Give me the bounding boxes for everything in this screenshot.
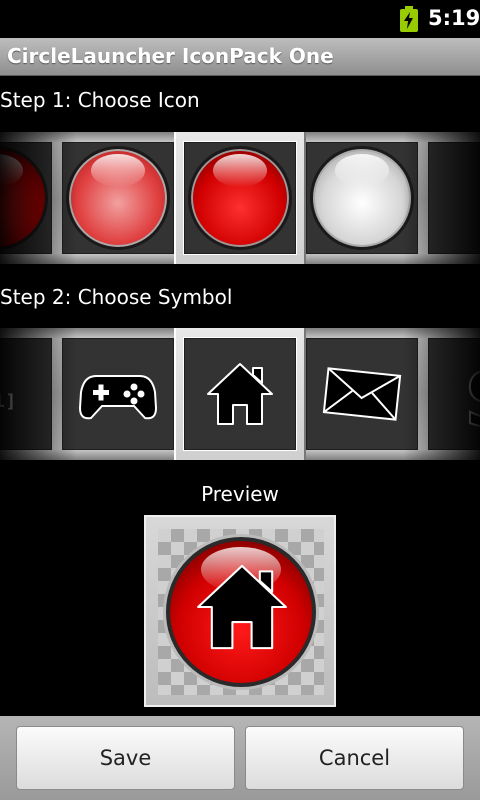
mail-icon <box>322 367 402 421</box>
symbol-item-none[interactable]: [No Symbol] <box>0 338 52 450</box>
icon-gallery[interactable] <box>0 132 480 264</box>
symbol-item-gamepad[interactable] <box>62 338 174 450</box>
symbol-item-mail[interactable] <box>306 338 418 450</box>
icon-item-dark-red[interactable] <box>0 142 52 254</box>
symbol-item-home[interactable] <box>184 338 296 450</box>
title-bar: CircleLauncher IconPack One <box>0 38 480 76</box>
pink-ball-icon <box>66 146 170 250</box>
button-bar: Save Cancel <box>0 716 480 800</box>
red-ball-icon <box>188 146 292 250</box>
icon-item-white[interactable] <box>306 142 418 254</box>
red-ball-icon <box>0 146 48 250</box>
preview-box <box>144 515 336 707</box>
home-icon <box>207 363 273 425</box>
cancel-button[interactable]: Cancel <box>245 726 464 790</box>
step2-label: Step 2: Choose Symbol <box>0 285 233 309</box>
preview-label: Preview <box>201 482 279 506</box>
no-symbol-label: [No Symbol] <box>0 391 17 412</box>
status-bar: 5:19 <box>0 0 480 38</box>
battery-charging-icon <box>400 6 418 32</box>
preview-icon <box>166 537 316 687</box>
app-title: CircleLauncher IconPack One <box>7 44 334 68</box>
gamepad-icon <box>78 375 158 420</box>
save-button[interactable]: Save <box>16 726 235 790</box>
symbol-item-dollar[interactable]: $ <box>428 338 480 450</box>
icon-item-yellow[interactable] <box>428 142 480 254</box>
status-time: 5:19 <box>428 6 480 30</box>
icon-item-pink-red[interactable] <box>62 142 174 254</box>
icon-item-red[interactable] <box>184 142 296 254</box>
home-icon <box>197 564 287 650</box>
white-ball-icon <box>310 146 414 250</box>
step1-label: Step 1: Choose Icon <box>0 88 200 112</box>
symbol-gallery[interactable]: [No Symbol] $ <box>0 328 480 460</box>
dollar-symbol: $ <box>462 344 480 449</box>
